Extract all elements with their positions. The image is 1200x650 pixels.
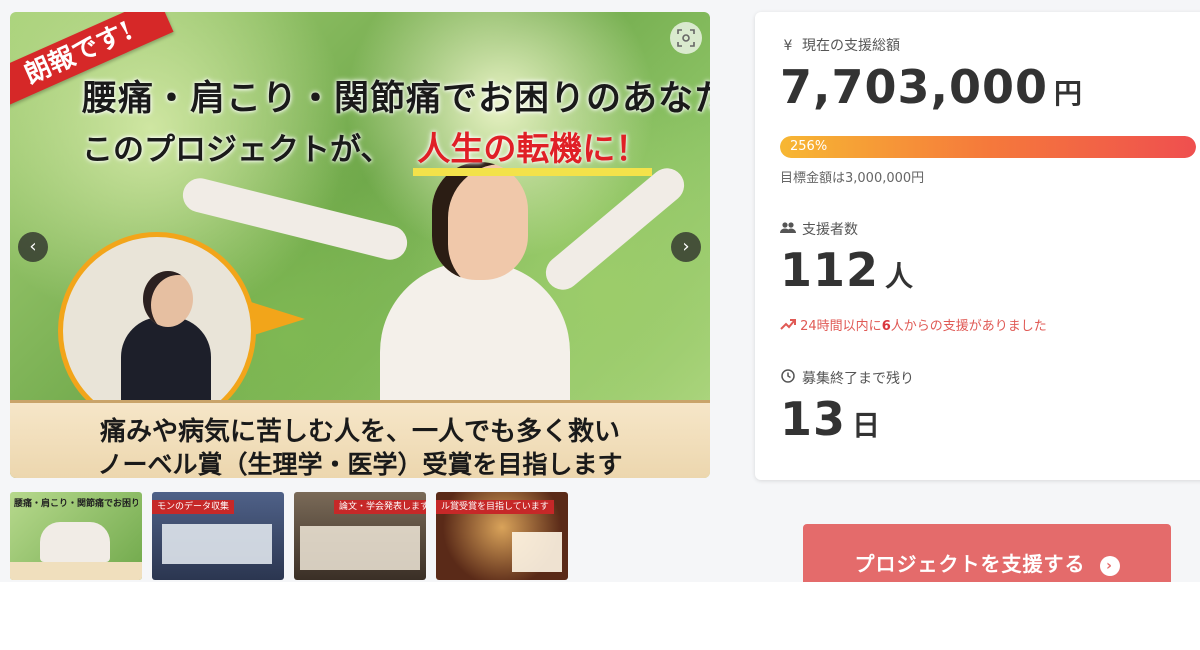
hero-bottom-banner: 痛みや病気に苦しむ人を、一人でも多く救い ノーベル賞（生理学・医学）受賞を目指し… xyxy=(10,400,710,478)
screenshot-bottom-area xyxy=(0,582,1200,650)
yen-icon: ¥ xyxy=(783,38,793,54)
thumbnail-1[interactable]: 腰痛・肩こり・関節痛でお困りのあなた xyxy=(10,492,142,580)
image-search-button[interactable] xyxy=(670,22,702,54)
chevron-right-circle-icon: › xyxy=(1099,555,1120,576)
banner-line-2: ノーベル賞（生理学・医学）受賞を目指します xyxy=(97,450,623,478)
trending-up-icon xyxy=(780,319,800,334)
chevron-right-icon: › xyxy=(682,236,690,257)
thumbnail-4[interactable]: ル賞受賞を目指しています xyxy=(436,492,568,580)
banner-line-1: 痛みや病気に苦しむ人を、一人でも多く救い xyxy=(99,417,620,447)
recent-backers-note: 24時間以内に6人からの支援がありました xyxy=(780,315,1047,334)
goal-amount: 目標金額は3,000,000円 xyxy=(780,171,925,186)
lens-scan-icon xyxy=(677,29,695,47)
users-icon xyxy=(780,222,796,238)
progress-percent: 256% xyxy=(790,139,828,154)
previous-image-button[interactable]: ‹ xyxy=(18,232,48,262)
clock-icon xyxy=(780,369,796,387)
hero-subheadline: このプロジェクトが、 人生の転機に！ xyxy=(82,122,653,176)
thumbnail-3[interactable]: 論文・学会発表します xyxy=(294,492,426,580)
next-image-button[interactable]: › xyxy=(671,232,701,262)
total-amount-value: 7,703,000 円 xyxy=(780,60,1083,114)
remaining-label: 募集終了まで残り xyxy=(780,368,914,388)
total-amount-label: ¥ 現在の支援総額 xyxy=(780,35,900,55)
funding-stats-card: ¥ 現在の支援総額 7,703,000 円 256% 目標金額は3,000,000円… xyxy=(755,12,1200,480)
hero-subheadline-prefix: このプロジェクトが、 xyxy=(82,132,392,168)
progress-fill xyxy=(780,136,1196,158)
backers-label: 支援者数 xyxy=(780,219,858,239)
hero-headline: 腰痛・肩こり・関節痛でお困りのあなた xyxy=(82,79,710,119)
remaining-value: 13 日 xyxy=(780,392,881,446)
thumbnail-2[interactable]: モンのデータ収集 xyxy=(152,492,284,580)
hero-woman-illustration xyxy=(170,161,692,422)
backers-value: 112 人 xyxy=(780,243,914,297)
funding-progress-bar: 256% xyxy=(780,136,1196,158)
hero-subheadline-accent: 人生の転機に！ xyxy=(413,129,653,176)
chevron-left-icon: ‹ xyxy=(29,236,37,257)
main-project-image[interactable]: 朗報です! 腰痛・肩こり・関節痛でお困りのあなた このプロジェクトが、 人生の転機… xyxy=(10,12,710,478)
